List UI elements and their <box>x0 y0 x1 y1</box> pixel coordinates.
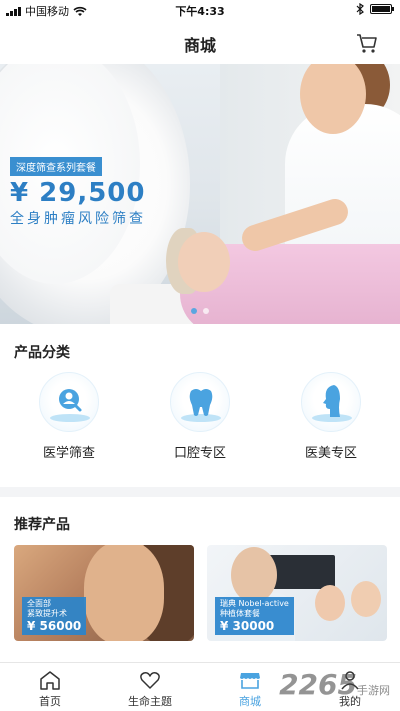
search-person-icon <box>59 389 82 412</box>
banner-dot[interactable] <box>203 308 209 314</box>
product-line1: 全面部 <box>27 599 51 608</box>
nav-bar: 商城 <box>0 20 400 64</box>
product-image-face <box>84 545 164 641</box>
category-label: 口腔专区 <box>173 446 226 461</box>
tab-label: 首页 <box>39 695 61 708</box>
product-badge: 全面部 紧致提升术 ¥ 56000 <box>22 597 87 635</box>
category-list: 医学筛查 口腔专区 医美专区 <box>0 372 400 482</box>
product-image-xray <box>269 555 335 589</box>
status-bar: 中国移动 下午4:33 <box>0 0 400 20</box>
tab-home[interactable]: 首页 <box>10 669 90 709</box>
watermark-number: 2265 <box>279 668 357 701</box>
bluetooth-icon <box>356 3 364 15</box>
product-price: ¥ 30000 <box>220 619 275 633</box>
category-label: 医学筛查 <box>42 446 95 461</box>
product-card-implant[interactable]: 瑞典 Nobel-active 种植体套餐 ¥ 30000 <box>207 545 387 641</box>
product-price: ¥ 56000 <box>27 619 82 633</box>
banner-patient-face <box>178 232 230 292</box>
banner-tag: 深度筛查系列套餐 <box>10 157 102 176</box>
watermark-logo: 2265手游网 <box>279 668 390 701</box>
shop-icon <box>240 673 260 689</box>
section-divider <box>0 487 400 497</box>
product-image-doctor <box>231 547 277 603</box>
tab-label: 生命主题 <box>128 695 172 708</box>
face-profile-icon <box>323 385 340 417</box>
product-card-face-lift[interactable]: 全面部 紧致提升术 ¥ 56000 <box>14 545 194 641</box>
tab-shop[interactable]: 商城 <box>210 669 290 709</box>
banner-pagination <box>0 308 400 314</box>
category-icon-wrap <box>170 372 230 432</box>
page-title: 商城 <box>183 36 216 55</box>
category-icon-wrap <box>39 372 99 432</box>
product-image-patient <box>315 585 345 621</box>
banner-price: ¥ 29,500 <box>10 178 146 208</box>
watermark-text: 手游网 <box>357 684 390 697</box>
recommended-title: 推荐产品 <box>14 517 70 533</box>
status-time: 下午4:33 <box>175 5 225 18</box>
product-badge: 瑞典 Nobel-active 种植体套餐 ¥ 30000 <box>215 597 294 635</box>
category-item-medical-screening[interactable]: 医学筛查 <box>19 372 119 461</box>
tab-life-theme[interactable]: 生命主题 <box>110 669 190 709</box>
categories-title: 产品分类 <box>14 345 70 361</box>
cart-icon[interactable] <box>356 32 378 54</box>
product-line2: 种植体套餐 <box>220 609 260 618</box>
banner-subtitle: 全身肿瘤风险筛查 <box>10 211 146 227</box>
recommended-list: 全面部 紧致提升术 ¥ 56000 瑞典 Nobel-active 种植体套餐 … <box>0 545 400 645</box>
tooth-icon <box>189 389 213 416</box>
banner-dot[interactable] <box>191 308 197 314</box>
product-line1: 瑞典 Nobel-active <box>220 599 289 608</box>
banner-promo-text: 深度筛查系列套餐 ¥ 29,500 全身肿瘤风险筛查 <box>10 156 146 228</box>
status-right <box>356 3 394 15</box>
battery-icon <box>370 4 394 14</box>
category-icon-wrap <box>301 372 361 432</box>
product-image-patient <box>351 581 381 617</box>
home-icon <box>40 671 60 690</box>
category-item-dental[interactable]: 口腔专区 <box>150 372 250 461</box>
promo-banner[interactable]: 深度筛查系列套餐 ¥ 29,500 全身肿瘤风险筛查 <box>0 64 400 324</box>
tab-label: 商城 <box>239 695 261 708</box>
category-item-aesthetic[interactable]: 医美专区 <box>281 372 381 461</box>
app-screen: 中国移动 下午4:33 商城 深度筛查系列套餐 ¥ 29,500 全身肿瘤风险筛… <box>0 0 400 711</box>
category-label: 医美专区 <box>304 446 357 461</box>
heart-icon <box>140 672 160 689</box>
product-line2: 紧致提升术 <box>27 609 67 618</box>
